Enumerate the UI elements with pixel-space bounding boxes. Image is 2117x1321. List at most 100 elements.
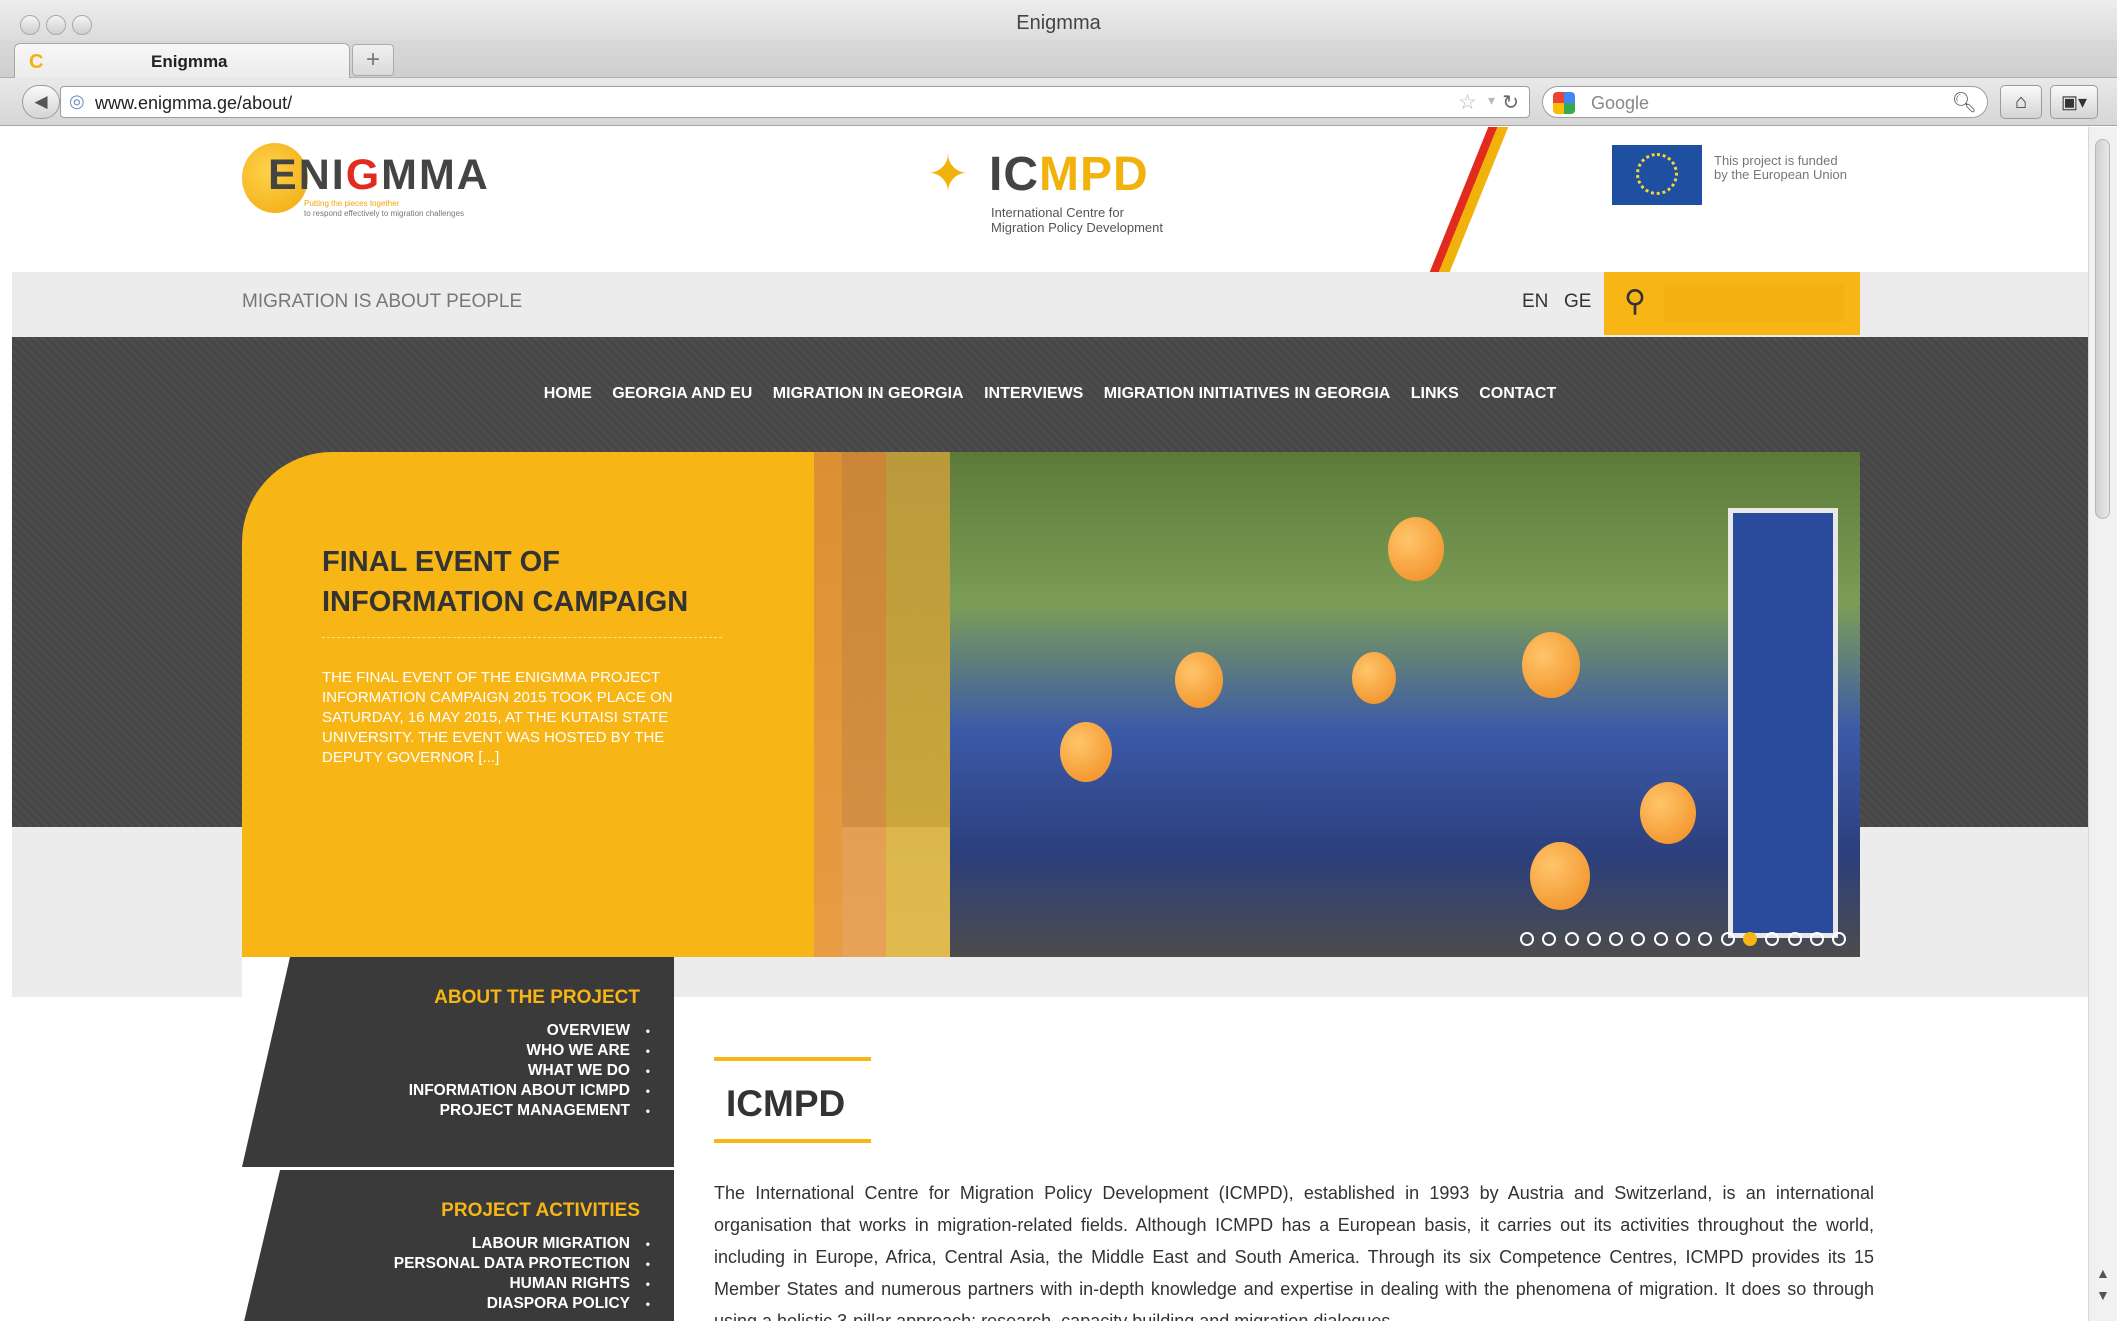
slider-dot[interactable]: [1809, 932, 1824, 946]
icmpd-logo[interactable]: ✦ ICMPD International Centre for Migrati…: [927, 145, 1187, 245]
address-bar[interactable]: ◎ www.enigmma.ge/about/ ☆ ▾ ↻: [60, 86, 1530, 118]
bookmark-star-icon[interactable]: ☆: [1458, 90, 1477, 115]
slide-photo[interactable]: [950, 452, 1860, 957]
content-title-box: ICMPD: [714, 1057, 871, 1143]
nav-interviews[interactable]: INTERVIEWS: [984, 385, 1083, 403]
navigation-toolbar: ◀ ◎ www.enigmma.ge/about/ ☆ ▾ ↻ Google 🔍…: [0, 78, 2117, 126]
slide-title[interactable]: FINAL EVENT OF INFORMATION CAMPAIGN: [322, 542, 742, 622]
page-title: ICMPD: [726, 1083, 846, 1124]
back-button[interactable]: ◀: [22, 85, 60, 119]
scroll-up-arrow-icon[interactable]: ▲: [2096, 1265, 2110, 1281]
nav-home[interactable]: HOME: [544, 385, 592, 403]
balloon-image: [1175, 652, 1223, 708]
sidebar-item-diaspora-policy[interactable]: DIASPORA POLICY: [394, 1294, 650, 1314]
nav-links[interactable]: LINKS: [1411, 385, 1459, 403]
nav-contact[interactable]: CONTACT: [1479, 385, 1556, 403]
content-paragraph: The International Centre for Migration P…: [714, 1183, 1874, 1321]
balloon-image: [1522, 632, 1580, 698]
sidebar: ABOUT THE PROJECT OVERVIEW WHO WE ARE WH…: [242, 957, 674, 1321]
slider-dot[interactable]: [1564, 932, 1579, 946]
slider-dot[interactable]: [1609, 932, 1624, 946]
language-en-link[interactable]: EN: [1522, 291, 1548, 313]
logo-part-e: E: [268, 151, 299, 199]
slider-dot[interactable]: [1542, 932, 1557, 946]
window-title: Enigmma: [1016, 12, 1101, 34]
slider-dot[interactable]: [1720, 932, 1735, 946]
slider-dot[interactable]: [1676, 932, 1691, 946]
enigmma-tagline-1: Putting the pieces together: [304, 199, 400, 208]
nav-migration-in-georgia[interactable]: MIGRATION IN GEORGIA: [773, 385, 964, 403]
tab-enigmma[interactable]: C Enigmma: [14, 43, 350, 78]
sidebar-item-overview[interactable]: OVERVIEW: [409, 1021, 650, 1041]
search-placeholder: Google: [1591, 93, 1650, 113]
site-search-input[interactable]: [1664, 284, 1844, 322]
bookmarks-menu-button[interactable]: ▣▾: [2050, 85, 2098, 119]
history-dropdown-icon[interactable]: ▾: [1488, 92, 1495, 109]
url-text: www.enigmma.ge/about/: [95, 93, 293, 113]
nav-georgia-and-eu[interactable]: GEORGIA AND EU: [612, 385, 752, 403]
slider-dot[interactable]: [1698, 932, 1713, 946]
vertical-scrollbar[interactable]: ▲ ▼: [2088, 127, 2117, 1321]
eu-stars-icon: [1636, 153, 1678, 195]
sidebar-item-information-about-icmpd[interactable]: INFORMATION ABOUT ICMPD: [409, 1081, 650, 1101]
search-icon[interactable]: ⚲: [1624, 284, 1646, 319]
eu-funding-text-1: This project is funded: [1714, 153, 1838, 168]
sidebar-heading-about[interactable]: ABOUT THE PROJECT: [434, 987, 640, 1009]
slider-dot[interactable]: [1631, 932, 1646, 946]
icmpd-subtitle-2: Migration Policy Development: [991, 220, 1163, 235]
tagline-bar: MIGRATION IS ABOUT PEOPLE EN GE ⚲: [12, 272, 2088, 337]
nav-migration-initiatives[interactable]: MIGRATION INITIATIVES IN GEORGIA: [1104, 385, 1391, 403]
logo-part-g: G: [345, 151, 382, 199]
sidebar-fold: [242, 1170, 280, 1321]
favicon-icon: C: [29, 51, 44, 73]
sidebar-fold: [242, 957, 290, 1167]
web-page: ENIGMMA Putting the pieces together to r…: [12, 127, 2088, 1321]
browser-search-field[interactable]: Google 🔍︎: [1542, 86, 1988, 118]
icmpd-part-mpd: MPD: [1039, 148, 1149, 201]
sidebar-about-block: ABOUT THE PROJECT OVERVIEW WHO WE ARE WH…: [242, 957, 674, 1167]
tab-title: Enigmma: [151, 52, 228, 71]
reload-icon[interactable]: ↻: [1502, 90, 1519, 115]
slider-dot[interactable]: [1742, 932, 1757, 946]
scrollbar-thumb[interactable]: [2095, 139, 2110, 519]
slider-dot[interactable]: [1765, 932, 1780, 946]
sidebar-heading-activities[interactable]: PROJECT ACTIVITIES: [441, 1200, 640, 1222]
decorative-stripe: [1427, 127, 1513, 277]
sidebar-item-labour-migration[interactable]: LABOUR MIGRATION: [394, 1234, 650, 1254]
sidebar-about-list: OVERVIEW WHO WE ARE WHAT WE DO INFORMATI…: [409, 1021, 650, 1121]
sidebar-item-who-we-are[interactable]: WHO WE ARE: [409, 1041, 650, 1061]
slide-divider: [322, 637, 722, 638]
logo-part-ni: NI: [298, 151, 346, 199]
slider-dot[interactable]: [1787, 932, 1802, 946]
slider-dot[interactable]: [1586, 932, 1601, 946]
icmpd-arrows-icon: ✦: [927, 146, 969, 202]
balloon-image: [1352, 652, 1396, 704]
language-ge-link[interactable]: GE: [1564, 291, 1591, 313]
sidebar-item-project-management[interactable]: PROJECT MANAGEMENT: [409, 1101, 650, 1121]
tab-bar: C Enigmma +: [0, 40, 2117, 78]
slider-dot[interactable]: [1653, 932, 1668, 946]
icmpd-logo-text: ICMPD: [989, 147, 1149, 202]
slider-dot[interactable]: [1832, 932, 1847, 946]
sidebar-activities-block: PROJECT ACTIVITIES LABOUR MIGRATION PERS…: [242, 1170, 674, 1321]
balloon-image: [1530, 842, 1590, 910]
eu-funding-text-2: by the European Union: [1714, 167, 1847, 182]
home-button[interactable]: ⌂: [2000, 85, 2042, 119]
slider-dot[interactable]: [1520, 932, 1534, 946]
slide-photo-strip: [814, 452, 886, 957]
site-search: ⚲: [1604, 272, 1860, 335]
enigmma-logo[interactable]: ENIGMMA Putting the pieces together to r…: [242, 133, 542, 223]
scroll-down-arrow-icon[interactable]: ▼: [2096, 1287, 2110, 1303]
enigmma-tagline-2: to respond effectively to migration chal…: [304, 209, 464, 218]
sidebar-activities-list: LABOUR MIGRATION PERSONAL DATA PROTECTIO…: [394, 1234, 650, 1314]
balloon-image: [1060, 722, 1112, 782]
sidebar-item-personal-data-protection[interactable]: PERSONAL DATA PROTECTION: [394, 1254, 650, 1274]
google-icon[interactable]: [1553, 92, 1575, 114]
sidebar-item-what-we-do[interactable]: WHAT WE DO: [409, 1061, 650, 1081]
sidebar-item-human-rights[interactable]: HUMAN RIGHTS: [394, 1274, 650, 1294]
search-icon[interactable]: 🔍︎: [1952, 90, 1977, 115]
slider-pagination: [1520, 932, 1854, 951]
new-tab-button[interactable]: +: [352, 44, 394, 76]
slide-excerpt[interactable]: THE FINAL EVENT OF THE ENIGMMA PROJECT I…: [322, 668, 702, 768]
featured-slider[interactable]: FINAL EVENT OF INFORMATION CAMPAIGN THE …: [242, 452, 1860, 957]
